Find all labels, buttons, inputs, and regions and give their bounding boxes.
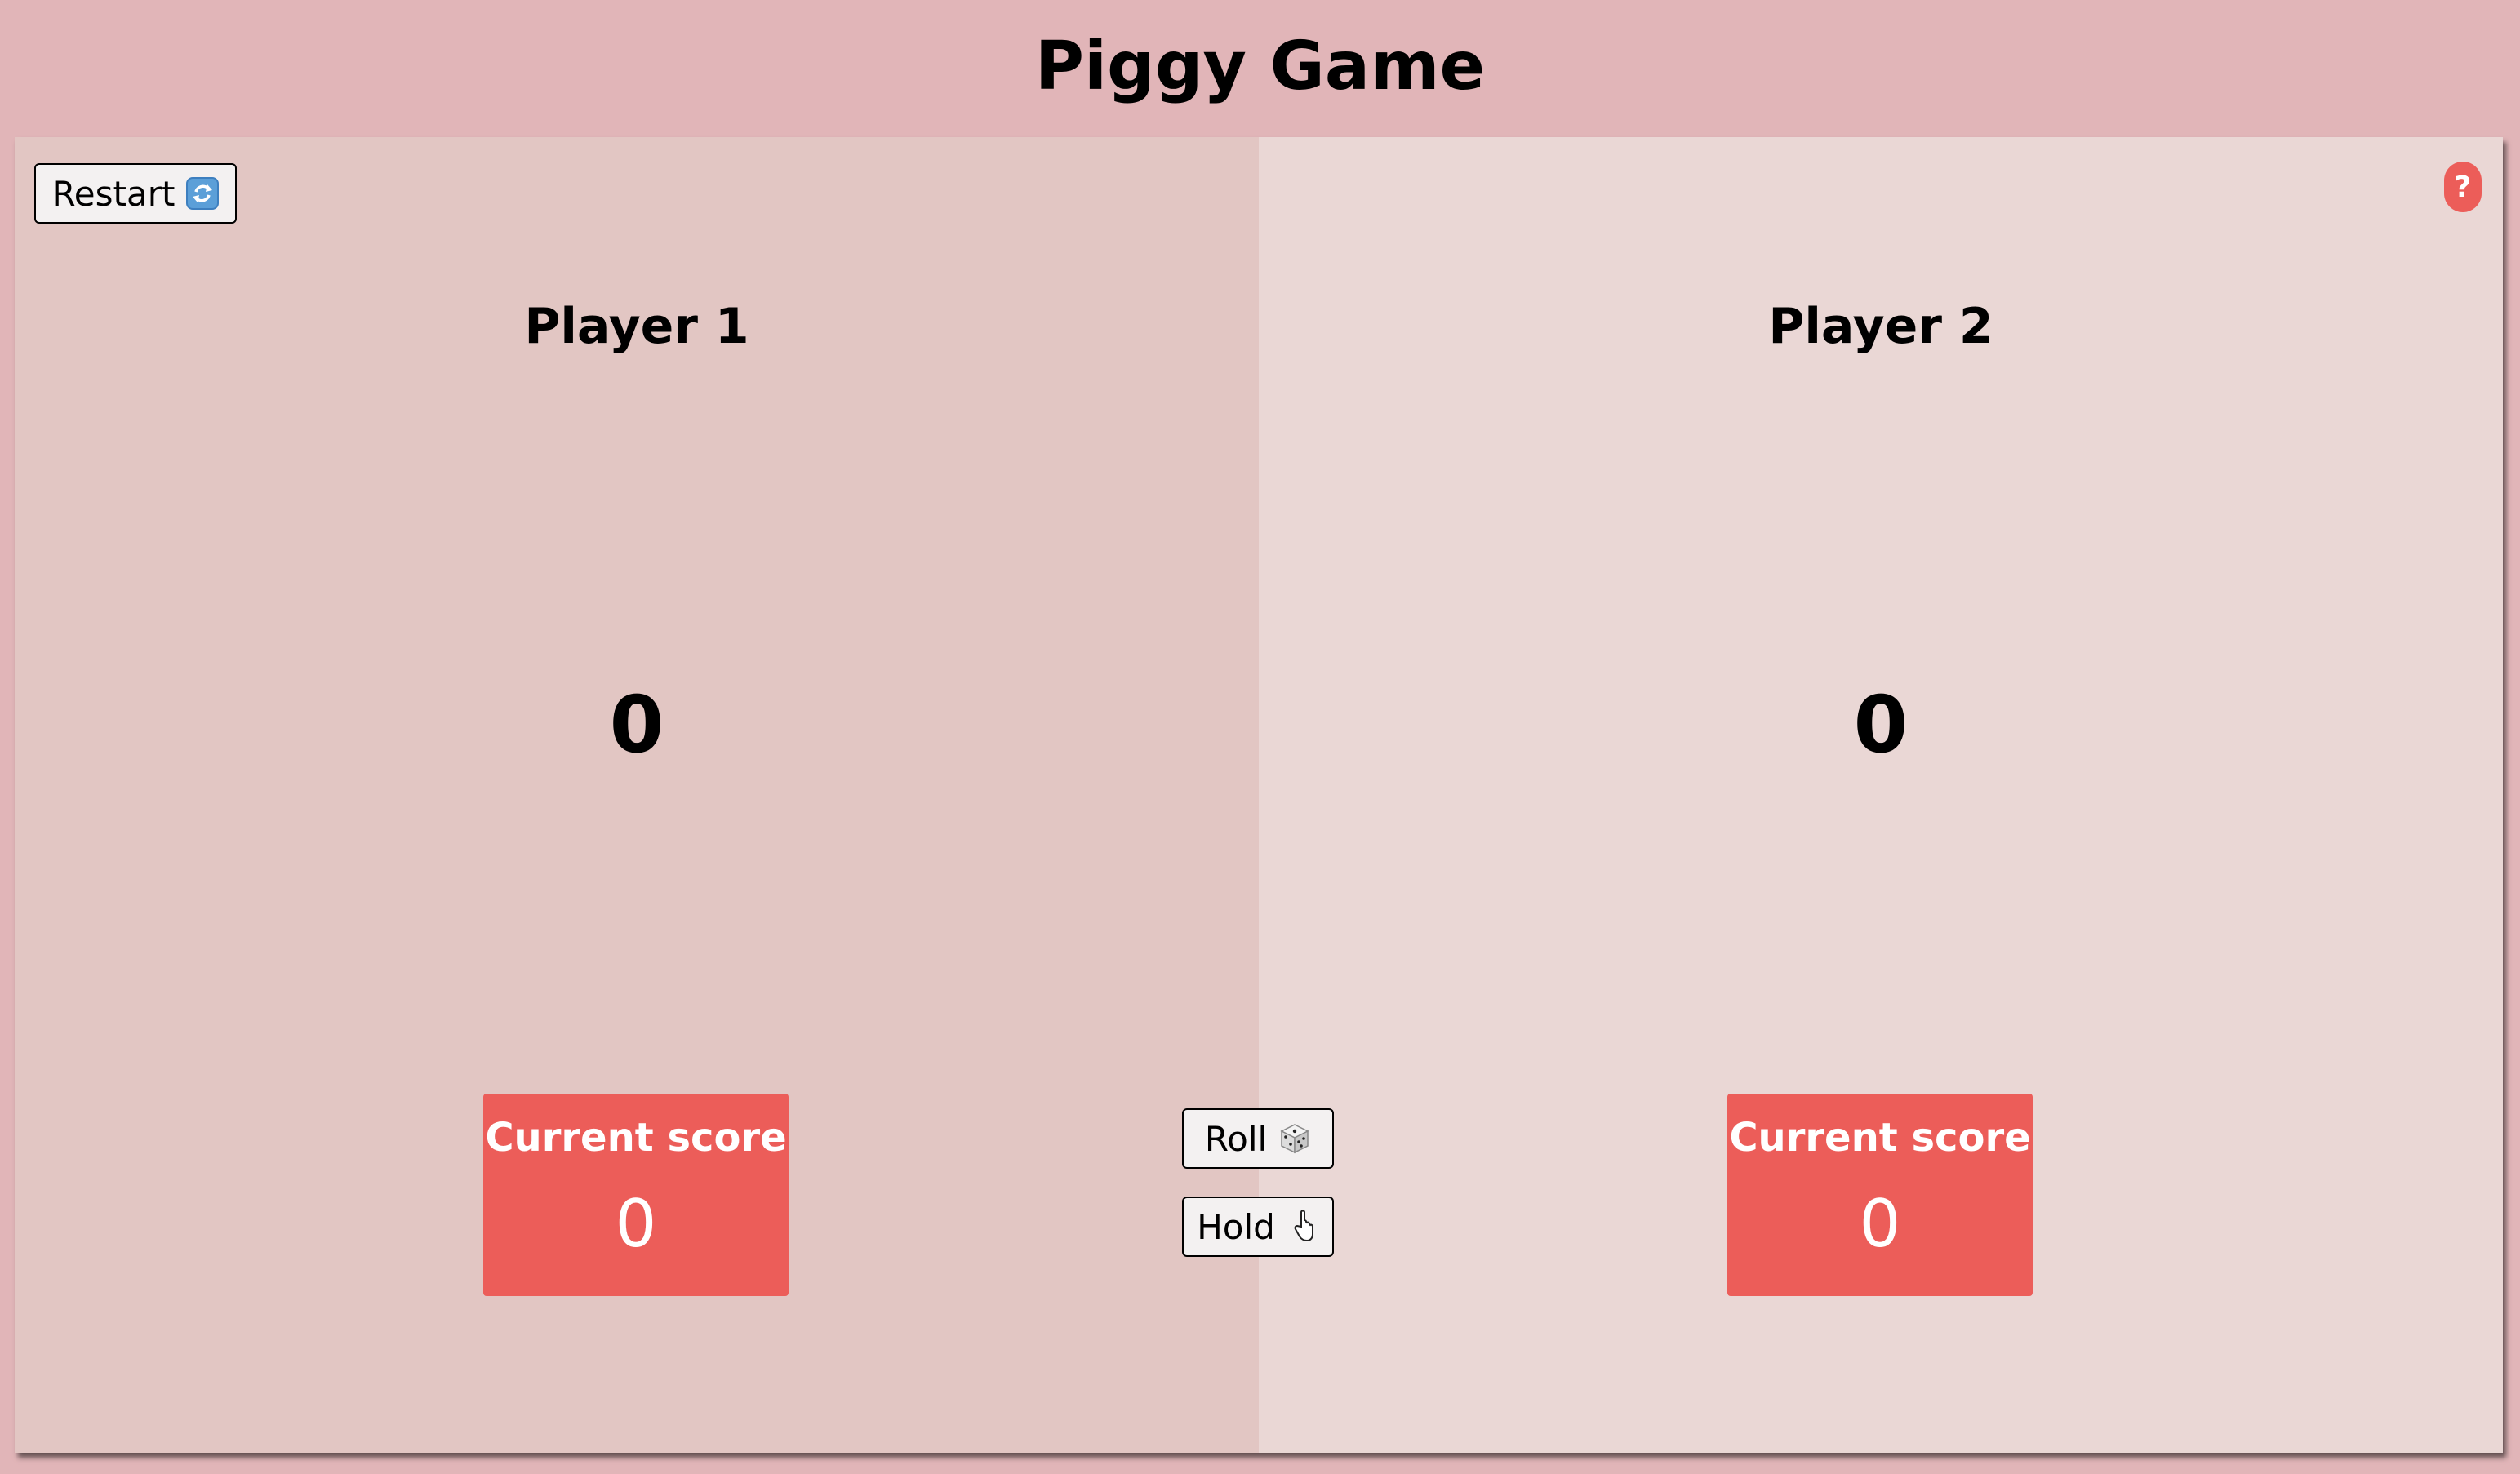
player-2-current-score-box: Current score 0 [1727,1094,2033,1296]
player-2-current-score: 0 [1859,1186,1901,1262]
refresh-icon [186,177,220,210]
player-1-current-label: Current score [485,1115,787,1161]
player-1-name: Player 1 [524,298,749,355]
pointing-hand-icon [1287,1210,1319,1243]
player-2-name: Player 2 [1768,298,1993,355]
player-2-total-score: 0 [1853,679,1909,770]
die-icon [1278,1122,1311,1155]
hold-button[interactable]: Hold [1182,1197,1334,1257]
roll-label: Roll [1204,1118,1268,1159]
restart-label: Restart [51,173,176,214]
player-2-panel: Player 2 0 Current score 0 [1259,137,2503,1453]
page-title: Piggy Game [1034,28,1486,105]
restart-button[interactable]: Restart [34,163,237,224]
player-1-total-score: 0 [609,679,664,770]
player-1-panel: Player 1 0 Current score 0 [15,137,1259,1453]
help-button[interactable]: ? [2444,162,2482,212]
player-2-current-label: Current score [1729,1115,2031,1161]
hold-label: Hold [1197,1206,1275,1247]
roll-button[interactable]: Roll [1182,1108,1334,1169]
player-1-current-score-box: Current score 0 [483,1094,789,1296]
player-1-current-score: 0 [615,1186,657,1262]
game-board: Player 1 0 Current score 0 Player 2 0 Cu… [15,137,2503,1453]
